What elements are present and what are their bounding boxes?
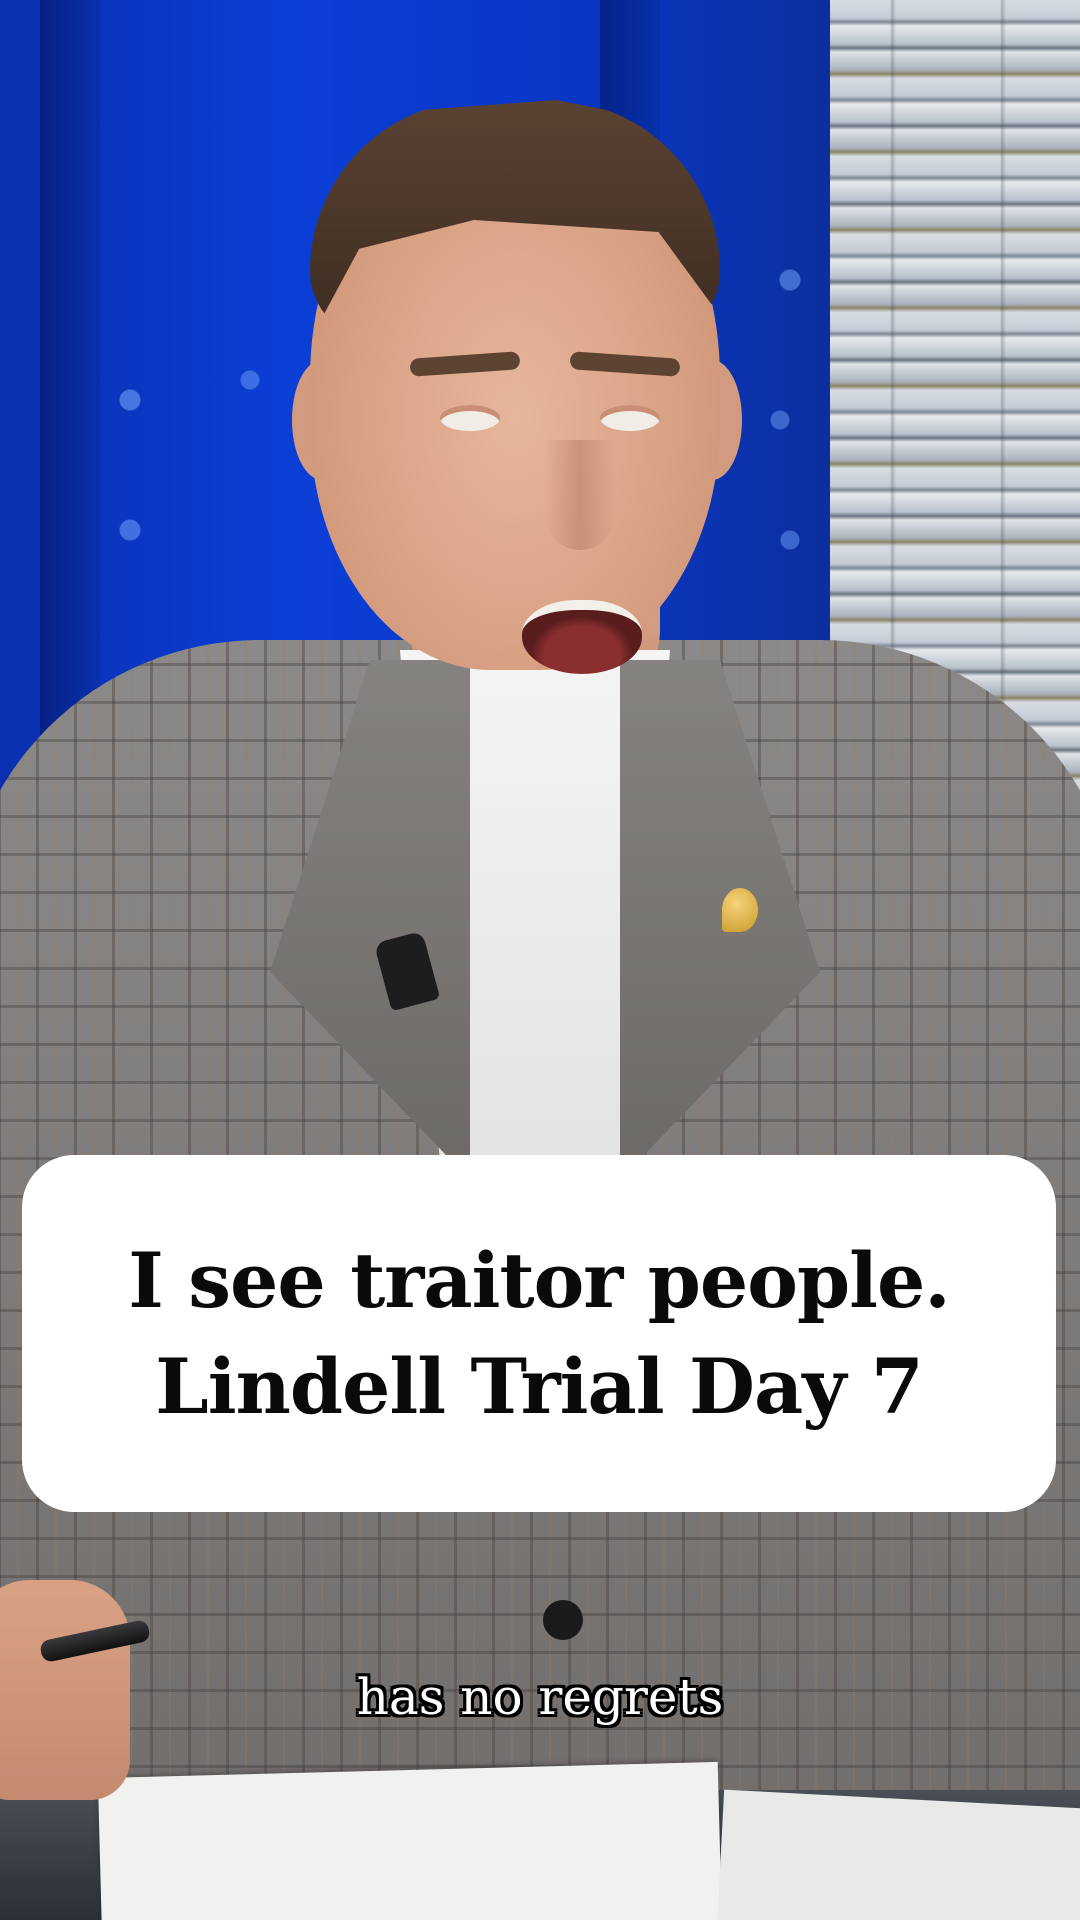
jacket-button xyxy=(543,1600,583,1640)
video-subtitle: has no regrets xyxy=(356,1668,724,1726)
video-frame[interactable]: I see traitor people. Lindell Trial Day … xyxy=(0,0,1080,1920)
caption-headline: I see traitor people. xyxy=(128,1235,951,1325)
anchor-nose xyxy=(545,440,615,550)
anchor-mouth xyxy=(522,600,642,674)
desk-papers xyxy=(97,1761,723,1920)
news-anchor xyxy=(0,0,1080,1920)
caption-card: I see traitor people. Lindell Trial Day … xyxy=(22,1155,1056,1512)
desk-papers-right xyxy=(716,1789,1080,1920)
caption-subheadline: Lindell Trial Day 7 xyxy=(155,1341,923,1431)
lapel-pin xyxy=(722,888,758,932)
anchor-eye-right xyxy=(600,405,660,431)
anchor-eye-left xyxy=(440,405,500,431)
